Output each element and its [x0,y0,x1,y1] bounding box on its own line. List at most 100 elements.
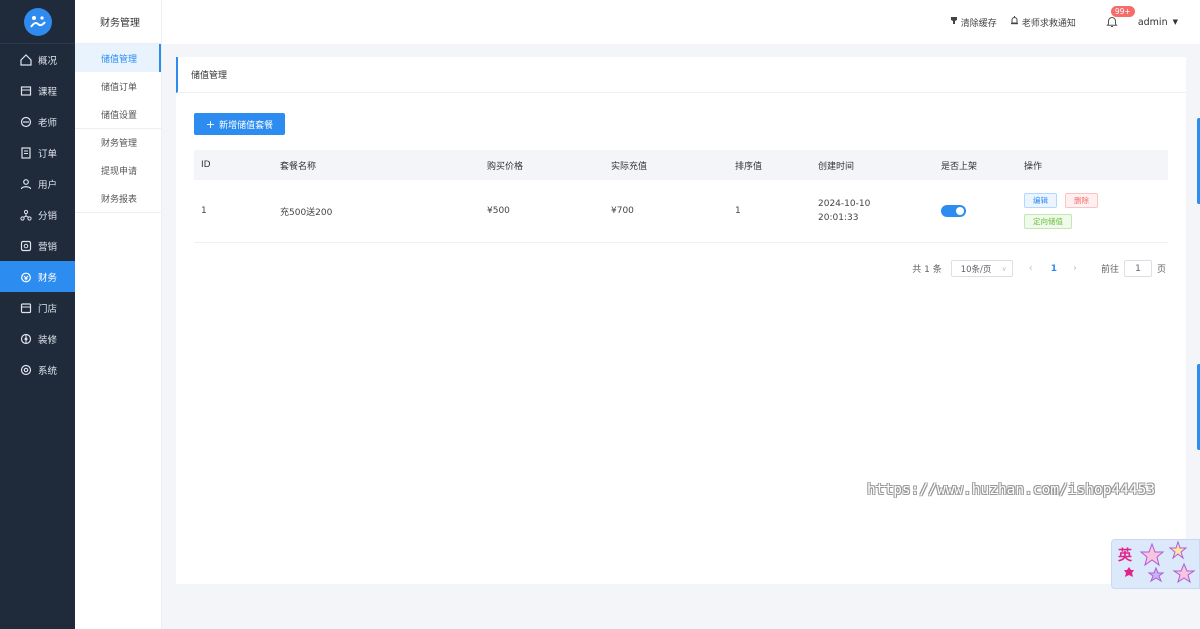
cell-on-shelf [941,180,1024,242]
course-icon [20,85,32,97]
rail-item-label: 概况 [38,55,58,67]
subnav-divider [75,212,161,213]
broom-icon [950,16,958,28]
distribution-icon [20,209,32,221]
stars-icon [1124,540,1196,584]
on-shelf-toggle[interactable] [941,205,966,217]
created-time: 2024-10-10 20:01:33 [818,199,871,223]
order-icon [20,146,32,159]
home-icon [20,53,32,66]
subnav-item-finance-manage[interactable]: 财务管理 [75,128,161,156]
cell-sort: 1 [735,206,741,216]
cell-buy-price: ¥500 [487,206,510,216]
app-logo[interactable] [0,0,75,44]
rail-item-label: 订单 [38,148,58,160]
notification-bell[interactable]: 99+ [1106,5,1136,29]
cell-name: 充500送200 [280,207,333,218]
add-package-button[interactable]: + 新增储值套餐 [194,113,285,135]
page-size-value: 10条/页 [960,264,992,275]
clear-cache-label: 清除缓存 [960,18,997,29]
rail-item-course[interactable]: 课程 [0,75,75,106]
packages-table: ID 套餐名称 购买价格 实际充值 排序值 创建时间 是否上架 操作 1 充50… [194,150,1168,243]
col-header-buy-price: 购买价格 [487,161,524,172]
settings-icon [20,364,32,376]
decoration-icon [20,333,32,345]
goto-unit: 页 [1156,265,1166,275]
rail-item-label: 财务 [38,272,58,284]
goto-page: 前往 页 [1101,260,1166,277]
col-header-name: 套餐名称 [280,161,317,172]
rail-item-settings[interactable]: 系统 [0,354,75,385]
rail-item-label: 门店 [38,303,58,315]
next-page-button[interactable]: › [1073,263,1077,274]
col-header-on-shelf: 是否上架 [941,161,978,172]
pager-total: 共 1 条 [912,265,942,275]
teacher-icon [20,116,32,128]
watermark-text: https://www.huzhan.com/ishop44453 [867,482,1156,498]
cell-created: 2024-10-10 20:01:33 [818,180,941,242]
page-number-current[interactable]: 1 [1051,264,1057,274]
notification-badge: 99+ [1109,5,1136,18]
rail-item-label: 分销 [38,210,58,222]
rail-item-label: 老师 [38,117,58,129]
subnav-item-stored-value[interactable]: 储值管理 [75,44,161,72]
cell-real-amount: ¥700 [611,206,634,216]
prev-page-button[interactable]: ‹ [1029,263,1033,274]
alarm-icon [1010,16,1019,28]
rail-item-teacher[interactable]: 老师 [0,106,75,137]
main-nav-rail: 概况课程老师订单用户分销营销财务门店装修系统 [0,0,75,629]
col-header-sort: 排序值 [735,161,763,172]
rail-item-label: 装修 [38,334,58,346]
user-name: admin [1137,16,1168,28]
subnav-item-stored-settings[interactable]: 储值设置 [75,100,161,128]
finance-icon [20,271,32,283]
subnav-item-report[interactable]: 财务报表 [75,184,161,212]
toggle-knob [956,207,964,215]
directed-value-button[interactable]: 定向储值 [1024,214,1072,229]
col-header-id: ID [201,160,211,170]
rail-item-decoration[interactable]: 装修 [0,323,75,354]
rail-item-label: 用户 [38,179,58,191]
rail-item-distribution[interactable]: 分销 [0,199,75,230]
user-icon [20,178,32,190]
user-menu[interactable]: admin ▼ [1138,17,1178,28]
rail-item-label: 系统 [38,365,58,377]
teacher-notice-button[interactable]: 老师求救通知 [1010,16,1076,29]
teacher-notice-label: 老师求救通知 [1021,18,1076,29]
col-header-real-amount: 实际充值 [611,161,648,172]
marketing-icon [20,240,32,252]
delete-button[interactable]: 删除 [1065,193,1098,208]
card-title: 储值管理 [176,57,1186,93]
caret-down-icon: ▼ [1172,18,1178,26]
col-header-created: 创建时间 [818,161,855,172]
clear-cache-button[interactable]: 清除缓存 [950,16,997,29]
rail-item-store[interactable]: 门店 [0,292,75,323]
plus-icon: + [205,117,216,131]
row-actions: 编辑 删除 定向储值 [1024,193,1114,229]
subnav-item-stored-orders[interactable]: 储值订单 [75,72,161,100]
rail-item-user[interactable]: 用户 [0,168,75,199]
cell-id: 1 [201,206,207,216]
rail-item-finance[interactable]: 财务 [0,261,75,292]
table-row: 1 充500送200 ¥500 ¥700 1 2024-10-10 20:01:… [194,180,1168,243]
chevron-down-icon: ∨ [1001,264,1007,273]
store-icon [20,302,32,314]
page-size-select[interactable]: 10条/页 ∨ [950,260,1013,277]
goto-label: 前往 [1100,265,1119,275]
rail-item-home[interactable]: 概况 [0,44,75,75]
goto-page-input[interactable] [1123,260,1152,277]
stored-value-card: 储值管理 + 新增储值套餐 ID 套餐名称 购买价格 实际充值 排序值 创建时间… [176,57,1186,584]
subnav-item-withdraw[interactable]: 提现申请 [75,156,161,184]
col-header-actions: 操作 [1024,161,1043,172]
rail-item-order[interactable]: 订单 [0,137,75,168]
edit-button[interactable]: 编辑 [1024,193,1057,208]
ime-widget[interactable]: 英 [1111,539,1200,589]
top-header: 清除缓存 老师求救通知 99+ admin ▼ [162,0,1200,44]
rail-item-label: 营销 [38,241,58,253]
add-package-label: 新增储值套餐 [219,120,274,131]
rail-item-marketing[interactable]: 营销 [0,230,75,261]
pagination: 共 1 条 10条/页 ∨ ‹ 1 › 前往 页 [912,260,1166,277]
logo-icon [23,7,52,36]
finance-subnav: 财务管理 储值管理 储值订单 储值设置 财务管理 提现申请 财务报表 [75,0,162,629]
rail-item-label: 课程 [38,86,58,98]
